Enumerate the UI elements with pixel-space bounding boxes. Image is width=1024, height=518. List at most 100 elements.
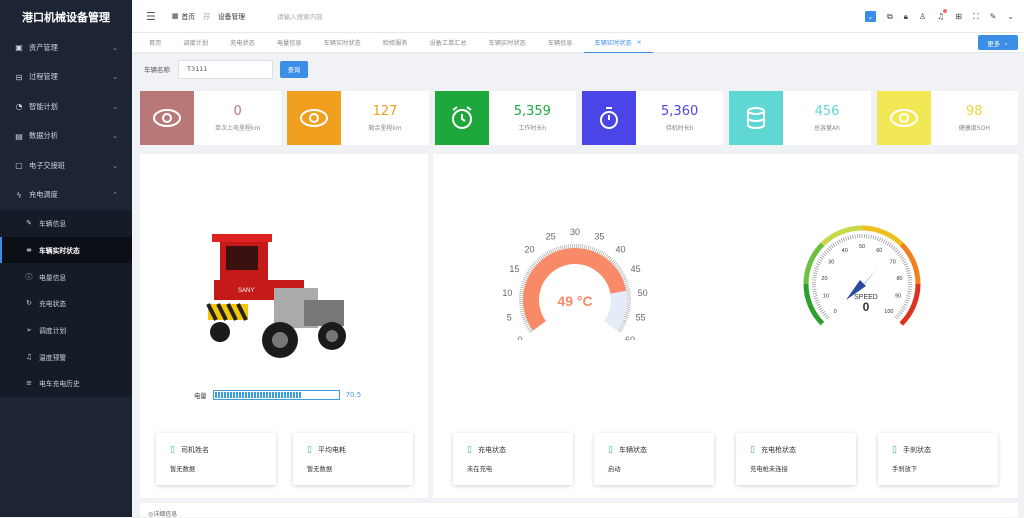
temp-gauge-fill xyxy=(523,248,627,331)
info-card-0: ▯ 司机姓名 暂无数据 xyxy=(156,433,276,485)
speed-tick-label: 20 xyxy=(821,276,827,282)
stat-text: 127 剩余里程km xyxy=(341,91,428,145)
sidebar-menu-label: 智能计划 xyxy=(29,101,58,111)
tab-6[interactable]: 设备工单汇总 xyxy=(419,33,478,53)
speed-tick-label: 50 xyxy=(859,244,865,250)
asset-icon: ▣ xyxy=(15,43,23,53)
sidebar-sub-item-4[interactable]: ➢ 调度计划 xyxy=(0,316,132,344)
phone-icon: ▯ xyxy=(608,445,613,455)
tab-label: 首页 xyxy=(149,40,162,47)
toolbar: ⌄ ⧉ 🔒︎ ♙ ♫ ⊞ ⛶ ✎ ⌄ xyxy=(864,0,1014,33)
sidebar-menu-0[interactable]: ▣ 资产管理 ⌄ xyxy=(0,33,132,63)
info-card-title: ▯ 司机姓名 xyxy=(170,445,209,455)
sidebar-menu-5[interactable]: ϟ 充电调度 ⌃ xyxy=(0,181,132,211)
speed-tick-label: 90 xyxy=(895,294,901,300)
stat-card-5: 98 健康度SOH xyxy=(876,91,1018,145)
speed-gauge: 0102030405060708090100SPEED0 xyxy=(803,225,921,326)
fullscreen-icon[interactable]: ⛶ xyxy=(973,12,979,22)
eye-icon xyxy=(140,91,194,145)
speed-tick-label: 100 xyxy=(884,309,893,315)
lock-icon[interactable]: 🔒︎ xyxy=(904,12,908,22)
tab-2[interactable]: 充电状态 xyxy=(219,33,266,53)
close-icon[interactable]: × xyxy=(637,39,642,46)
sidebar-sub-item-0[interactable]: ✎ 车辆信息 xyxy=(0,210,132,237)
translate-icon[interactable]: ⊞ xyxy=(955,12,962,21)
info-card-title-text: 充电枪状态 xyxy=(760,446,796,454)
tab-3[interactable]: 电量信息 xyxy=(266,33,313,53)
brush-icon[interactable]: ✎ xyxy=(990,12,997,21)
sidebar-menu-4[interactable]: ▢ 电子交接班 ⌄ xyxy=(0,151,132,181)
battery-fill xyxy=(214,392,302,398)
info-card-title-text: 充电状态 xyxy=(477,446,506,454)
sidebar-menu-2[interactable]: ◔ 智能计划 ⌄ xyxy=(0,92,132,122)
sidebar-sub-label: 温度预警 xyxy=(39,353,67,362)
tab-bar: 首页 调度计划 充电状态 电量信息 车辆实时状态 检修服务 设备工单汇总 车辆实时状态 车辆信息… xyxy=(132,33,1024,53)
info-card-title-text: 平均电耗 xyxy=(317,446,346,454)
hamburger-icon[interactable]: ☰ xyxy=(146,10,156,23)
stat-label: 健康度SOH xyxy=(958,125,990,132)
info-card-title-text: 司机姓名 xyxy=(180,446,209,454)
chevron-icon: ⌄ xyxy=(112,102,118,111)
bell-icon: ♫ xyxy=(25,352,33,361)
tab-label: 设备工单汇总 xyxy=(429,40,467,47)
tab-8[interactable]: 车辆信息 xyxy=(537,33,584,53)
sidebar: 港口机械设备管理 ▣ 资产管理 ⌄ ⊟ 过程管理 ⌄ ◔ 智能计划 ⌄ ▤ 数据分析 ⌄ ▢ 电子交接班 ⌄… xyxy=(0,0,132,517)
chevron-icon: ⌃ xyxy=(112,191,118,200)
vehicle-name-input[interactable]: T3111 xyxy=(178,59,273,79)
chart-icon: ▤ xyxy=(15,131,23,141)
info-card-value: 启动 xyxy=(608,466,621,473)
sidebar-menu-label: 资产管理 xyxy=(29,42,58,52)
breadcrumb: ▦ 首页 孖 设备管理 xyxy=(172,11,245,21)
query-button[interactable]: 查询 xyxy=(280,60,308,78)
charge-icon: ϟ xyxy=(16,190,22,200)
more-tabs-button[interactable]: 更多 ⌄ xyxy=(978,35,1018,50)
chevron-icon: ⌄ xyxy=(112,161,118,170)
tab-4[interactable]: 车辆实时状态 xyxy=(313,33,372,53)
stat-text: 0 单次上电里程km xyxy=(194,91,281,145)
stat-card-3: 5,360 待机时长h xyxy=(581,91,724,145)
sidebar-sub-label: 充电状态 xyxy=(39,300,67,309)
temp-tick-label: 30 xyxy=(570,227,580,237)
tab-9[interactable]: 车辆实时状态 × xyxy=(583,33,653,53)
sidebar-menu-3[interactable]: ▤ 数据分析 ⌄ xyxy=(0,122,132,152)
screenshot-icon[interactable]: ⧉ xyxy=(887,12,893,22)
info-card-title-text: 手刹状态 xyxy=(902,446,931,454)
tab-1[interactable]: 调度计划 xyxy=(172,33,219,53)
chevron-down-icon[interactable]: ⌄ xyxy=(864,11,876,22)
global-search-input[interactable]: 请输入搜索内容 xyxy=(277,11,323,21)
tab-label: 调度计划 xyxy=(183,40,209,47)
sidebar-sub-item-1[interactable]: ∞ 车辆实时状态 xyxy=(0,236,132,264)
sidebar-menu-1[interactable]: ⊟ 过程管理 ⌄ xyxy=(0,63,132,93)
notification-badge xyxy=(943,9,948,13)
user-dropdown-icon[interactable]: ⌄ xyxy=(1007,12,1014,21)
temp-tick-label: 55 xyxy=(636,313,646,323)
tab-label: 充电状态 xyxy=(230,40,255,47)
sidebar-sub-item-5[interactable]: ♫ 温度预警 xyxy=(0,343,132,371)
info-card-3: ▯ 车辆状态启动 xyxy=(594,433,714,485)
main-area: ☰ ▦ 首页 孖 设备管理 请输入搜索内容 ⌄ ⧉ 🔒︎ ♙ ♫ ⊞ ⛶ ✎ ⌄… xyxy=(132,0,1024,518)
temp-gauge-value: 49 °C xyxy=(557,293,592,309)
tab-0[interactable]: 首页 xyxy=(138,33,172,53)
glasses-icon: ∞ xyxy=(26,246,32,255)
tab-5[interactable]: 检修服务 xyxy=(372,33,419,53)
info-card-title-text: 车辆状态 xyxy=(618,446,647,454)
bell-icon[interactable]: ♫ xyxy=(937,9,948,21)
info-card-title: ▯ 充电枪状态 xyxy=(750,445,796,455)
stat-card-0: 0 单次上电里程km xyxy=(140,91,282,145)
stat-label: 待机时长h xyxy=(665,125,694,132)
stat-label: 工作时长h xyxy=(518,125,547,132)
filter-bar: 车辆名称 T3111 查询 xyxy=(132,53,1024,85)
app-logo: 港口机械设备管理 xyxy=(22,10,110,24)
tab-7[interactable]: 车辆实时状态 xyxy=(478,33,537,53)
sidebar-sub-item-2[interactable]: ⓘ 电量信息 xyxy=(0,263,132,291)
sidebar-sub-item-3[interactable]: ↻ 充电状态 xyxy=(0,290,132,317)
sidebar-sub-item-6[interactable]: ≡ 电车充电历史 xyxy=(0,370,132,397)
speed-tick-label: 80 xyxy=(896,276,902,282)
home-icon: ▦ xyxy=(171,12,179,20)
shirt-icon[interactable]: ♙ xyxy=(919,12,926,21)
info-card-5: ▯ 手刹状态 手刹放下 xyxy=(878,433,998,485)
process-icon: ⊟ xyxy=(15,72,23,82)
speed-gauge-band xyxy=(899,242,921,285)
breadcrumb-home[interactable]: 首页 xyxy=(182,11,196,21)
plan-icon: ◔ xyxy=(15,102,23,112)
